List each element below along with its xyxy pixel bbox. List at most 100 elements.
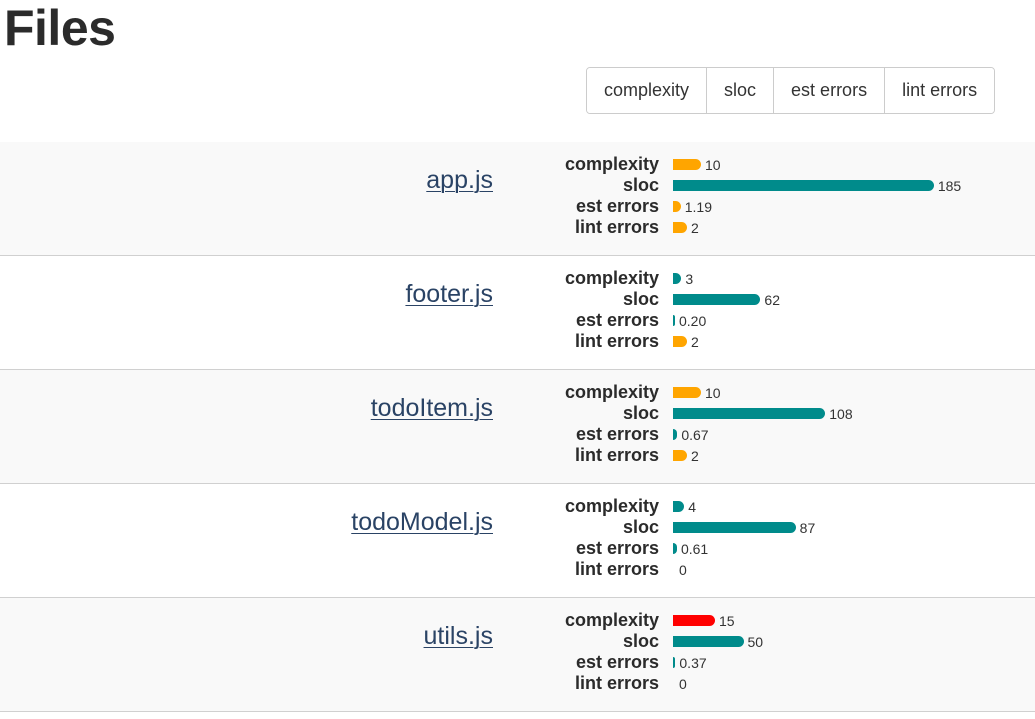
metric-est-errors: est errors 1.19 bbox=[520, 196, 961, 217]
file-metrics: complexity 4 sloc 87 est errors 0.61 lint erro… bbox=[520, 496, 815, 580]
metric-est-errors: est errors 0.37 bbox=[520, 652, 763, 673]
metric-value: 0 bbox=[679, 675, 687, 692]
metric-bar bbox=[673, 294, 761, 305]
metric-value: 2 bbox=[691, 333, 699, 350]
file-link[interactable]: app.js bbox=[426, 166, 493, 195]
metric-label: est errors bbox=[575, 652, 659, 672]
metric-bar bbox=[673, 501, 685, 512]
metric-bar bbox=[673, 222, 687, 233]
metric-label: est errors bbox=[575, 196, 659, 216]
metric-value: 3 bbox=[685, 270, 694, 287]
metric-complexity: complexity 15 bbox=[520, 610, 763, 631]
metric-label: complexity bbox=[564, 610, 659, 630]
file-metrics: complexity 10 sloc 108 est errors 0.67 lint er… bbox=[520, 382, 853, 466]
metric-label: sloc bbox=[622, 517, 659, 537]
metric-label: lint errors bbox=[574, 445, 659, 465]
metric-bar bbox=[673, 273, 682, 284]
metric-value: 10 bbox=[705, 156, 721, 173]
metric-sloc: sloc 108 bbox=[520, 403, 853, 424]
metric-value: 0.61 bbox=[680, 540, 709, 557]
metric-est-errors: est errors 0.61 bbox=[520, 538, 815, 559]
metric-bar bbox=[673, 543, 677, 554]
file-list: app.js complexity 10 sloc 185 est errors 1.19 l… bbox=[0, 142, 1035, 712]
metric-label: est errors bbox=[575, 310, 659, 330]
file-metrics: complexity 3 sloc 62 est errors 0.20 lint erro… bbox=[520, 268, 780, 352]
metric-bar bbox=[673, 201, 681, 212]
file-link[interactable]: utils.js bbox=[424, 622, 493, 651]
metric-lint-errors: lint errors 2 bbox=[520, 331, 780, 352]
metric-bar bbox=[673, 180, 934, 191]
sort-complexity-button[interactable]: complexity bbox=[587, 68, 707, 113]
metric-label: complexity bbox=[564, 268, 659, 288]
metric-bar bbox=[673, 159, 701, 170]
metric-value: 185 bbox=[937, 177, 962, 194]
file-row: todoModel.js complexity 4 sloc 87 est errors 0… bbox=[0, 484, 1035, 598]
metric-bar bbox=[673, 450, 687, 461]
metric-label: est errors bbox=[575, 424, 659, 444]
metric-label: lint errors bbox=[574, 217, 659, 237]
page-title: Files bbox=[4, 0, 116, 56]
metric-complexity: complexity 3 bbox=[520, 268, 780, 289]
sort-lint-errors-button[interactable]: lint errors bbox=[884, 68, 995, 113]
file-row: todoItem.js complexity 10 sloc 108 est errors… bbox=[0, 370, 1035, 484]
metric-label: sloc bbox=[622, 631, 659, 651]
metric-label: sloc bbox=[622, 175, 659, 195]
file-row: footer.js complexity 3 sloc 62 est errors 0.20… bbox=[0, 256, 1035, 370]
metric-lint-errors: lint errors 2 bbox=[520, 445, 853, 466]
metric-label: sloc bbox=[622, 289, 659, 309]
metric-complexity: complexity 10 bbox=[520, 382, 853, 403]
metric-bar bbox=[673, 657, 676, 668]
file-row: utils.js complexity 15 sloc 50 est errors 0.37… bbox=[0, 598, 1035, 712]
metric-sloc: sloc 87 bbox=[520, 517, 815, 538]
metric-bar bbox=[673, 315, 675, 326]
metric-label: complexity bbox=[564, 382, 659, 402]
metric-value: 0 bbox=[679, 561, 687, 578]
metric-value: 0.67 bbox=[681, 426, 709, 443]
metric-label: lint errors bbox=[574, 673, 659, 693]
sort-button-group: complexity sloc est errors lint errors bbox=[586, 67, 996, 114]
metric-label: lint errors bbox=[574, 331, 659, 351]
file-row: app.js complexity 10 sloc 185 est errors 1.19 l… bbox=[0, 142, 1035, 256]
metric-value: 15 bbox=[719, 612, 735, 629]
metric-label: complexity bbox=[564, 496, 659, 516]
file-link[interactable]: footer.js bbox=[405, 280, 493, 309]
metric-est-errors: est errors 0.20 bbox=[520, 310, 780, 331]
metric-bar bbox=[673, 615, 715, 626]
metric-label: lint errors bbox=[574, 559, 659, 579]
metric-label: sloc bbox=[622, 403, 659, 423]
metric-complexity: complexity 4 bbox=[520, 496, 815, 517]
metric-value: 4 bbox=[688, 498, 696, 515]
file-metrics: complexity 15 sloc 50 est errors 0.37 lint err… bbox=[520, 610, 763, 694]
metric-lint-errors: lint errors 0 bbox=[520, 673, 763, 694]
metric-value: 10 bbox=[705, 384, 721, 401]
metric-bar bbox=[673, 636, 744, 647]
metric-sloc: sloc 50 bbox=[520, 631, 763, 652]
sort-est-errors-button[interactable]: est errors bbox=[773, 68, 885, 113]
metric-value: 1.19 bbox=[684, 198, 712, 215]
metric-bar bbox=[673, 522, 796, 533]
metric-value: 108 bbox=[829, 405, 853, 422]
file-link[interactable]: todoItem.js bbox=[371, 394, 493, 423]
metric-value: 62 bbox=[764, 291, 780, 308]
metric-est-errors: est errors 0.67 bbox=[520, 424, 853, 445]
metric-bar bbox=[673, 429, 678, 440]
metric-sloc: sloc 62 bbox=[520, 289, 780, 310]
metric-lint-errors: lint errors 0 bbox=[520, 559, 815, 580]
metric-value: 2 bbox=[691, 219, 699, 236]
sort-sloc-button[interactable]: sloc bbox=[706, 68, 774, 113]
metric-label: complexity bbox=[564, 154, 659, 174]
file-metrics: complexity 10 sloc 185 est errors 1.19 lint er… bbox=[520, 154, 961, 238]
metric-bar bbox=[673, 336, 687, 347]
metric-value: 87 bbox=[799, 519, 816, 536]
metric-value: 50 bbox=[747, 633, 764, 650]
metric-lint-errors: lint errors 2 bbox=[520, 217, 961, 238]
metric-bar bbox=[673, 408, 826, 419]
file-link[interactable]: todoModel.js bbox=[351, 508, 493, 537]
metric-bar bbox=[673, 387, 701, 398]
metric-sloc: sloc 185 bbox=[520, 175, 961, 196]
metric-value: 0.20 bbox=[679, 312, 707, 329]
metric-complexity: complexity 10 bbox=[520, 154, 961, 175]
metric-label: est errors bbox=[575, 538, 659, 558]
metric-value: 2 bbox=[691, 447, 699, 464]
metric-value: 0.37 bbox=[679, 654, 707, 671]
